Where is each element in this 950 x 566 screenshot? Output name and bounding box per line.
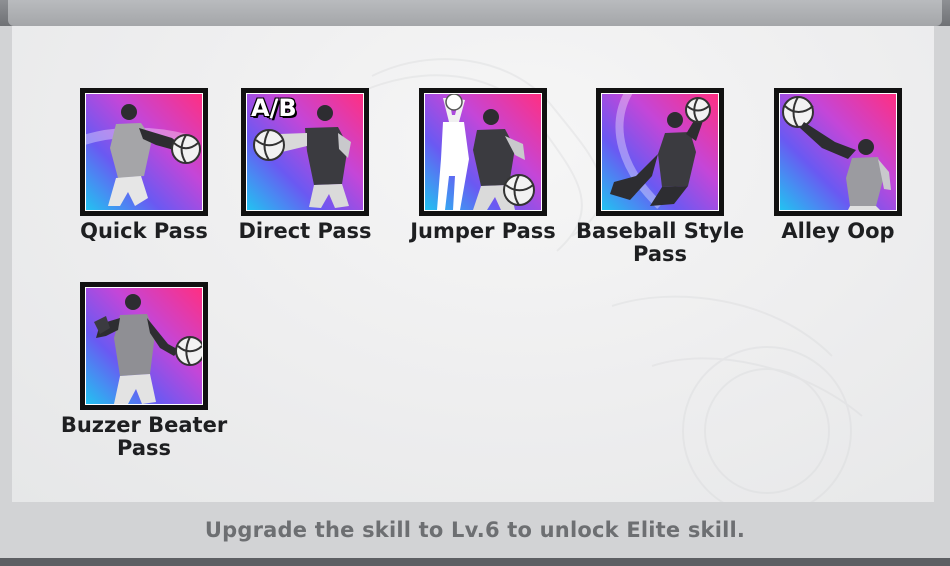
skill-alley-oop[interactable]: Alley Oop bbox=[750, 88, 926, 243]
direct-pass-card[interactable]: A/B bbox=[241, 88, 369, 216]
buzzer-beater-pass-card[interactable] bbox=[80, 282, 208, 410]
skill-buzzer-beater-pass[interactable]: Buzzer Beater Pass bbox=[56, 282, 232, 460]
skill-baseball-style-pass[interactable]: Baseball Style Pass bbox=[572, 88, 748, 266]
top-frame-bevel bbox=[8, 0, 942, 26]
skill-label-line-2: Pass bbox=[633, 242, 687, 266]
skill-quick-pass[interactable]: Quick Pass bbox=[56, 88, 232, 243]
quick-pass-icon bbox=[86, 104, 201, 206]
unlock-hint: Upgrade the skill to Lv.6 to unlock Elit… bbox=[204, 518, 746, 542]
alley-oop-card[interactable] bbox=[774, 88, 902, 216]
jumper-pass-card[interactable] bbox=[419, 88, 547, 216]
skill-label-multiline: Buzzer Beater Pass bbox=[56, 414, 232, 460]
quick-pass-card[interactable] bbox=[80, 88, 208, 216]
control-type-badge: A/B bbox=[251, 94, 297, 122]
skill-label-multiline: Baseball Style Pass bbox=[572, 220, 748, 266]
jumper-pass-icon bbox=[437, 94, 535, 210]
skill-panel: Quick Pass A/B Direct Pass Jumper Pass B… bbox=[12, 26, 934, 502]
skill-label: Quick Pass bbox=[80, 219, 208, 243]
skill-label-line-2: Pass bbox=[117, 436, 171, 460]
baseball-style-pass-card[interactable] bbox=[596, 88, 724, 216]
skill-label: Jumper Pass bbox=[410, 219, 556, 243]
skill-label: Direct Pass bbox=[238, 219, 372, 243]
alley-oop-icon bbox=[782, 96, 891, 210]
skill-jumper-pass[interactable]: Jumper Pass bbox=[395, 88, 571, 243]
skill-label-line-1: Baseball Style bbox=[575, 219, 745, 243]
buzzer-beater-pass-icon bbox=[94, 294, 202, 404]
skill-label-line-1: Buzzer Beater bbox=[60, 413, 228, 437]
skill-label: Alley Oop bbox=[781, 219, 895, 243]
bottom-divider bbox=[0, 558, 950, 566]
skill-direct-pass[interactable]: A/B Direct Pass bbox=[217, 88, 393, 243]
baseball-style-pass-icon bbox=[610, 94, 711, 209]
